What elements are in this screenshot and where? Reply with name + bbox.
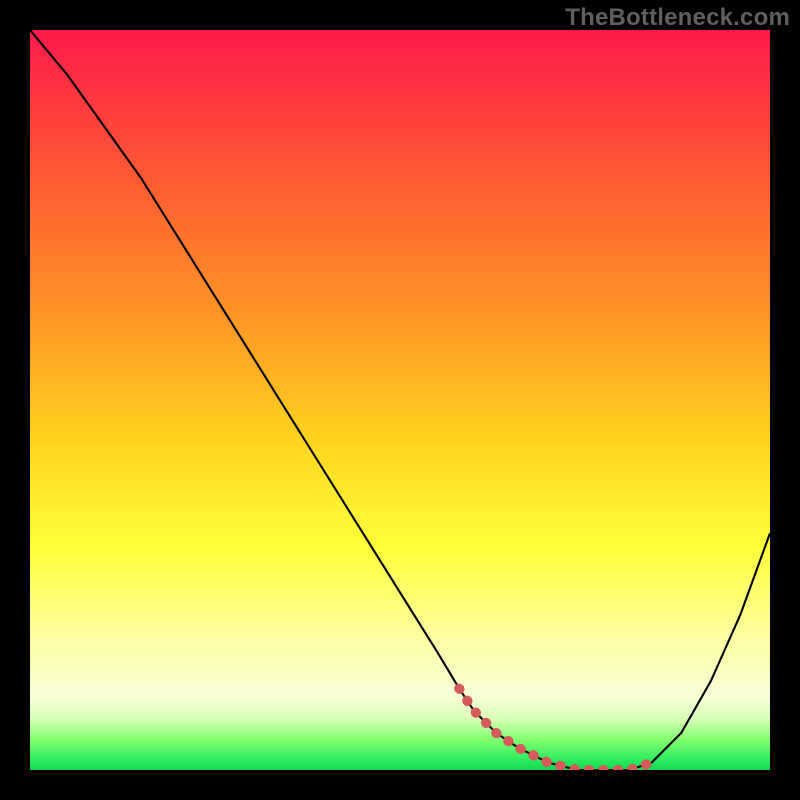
- plot-area: [30, 30, 770, 770]
- bottleneck-curve: [30, 30, 770, 770]
- watermark-text: TheBottleneck.com: [565, 4, 790, 32]
- chart-frame: TheBottleneck.com: [0, 0, 800, 800]
- optimal-region-highlight: [459, 689, 651, 770]
- chart-svg: [30, 30, 770, 770]
